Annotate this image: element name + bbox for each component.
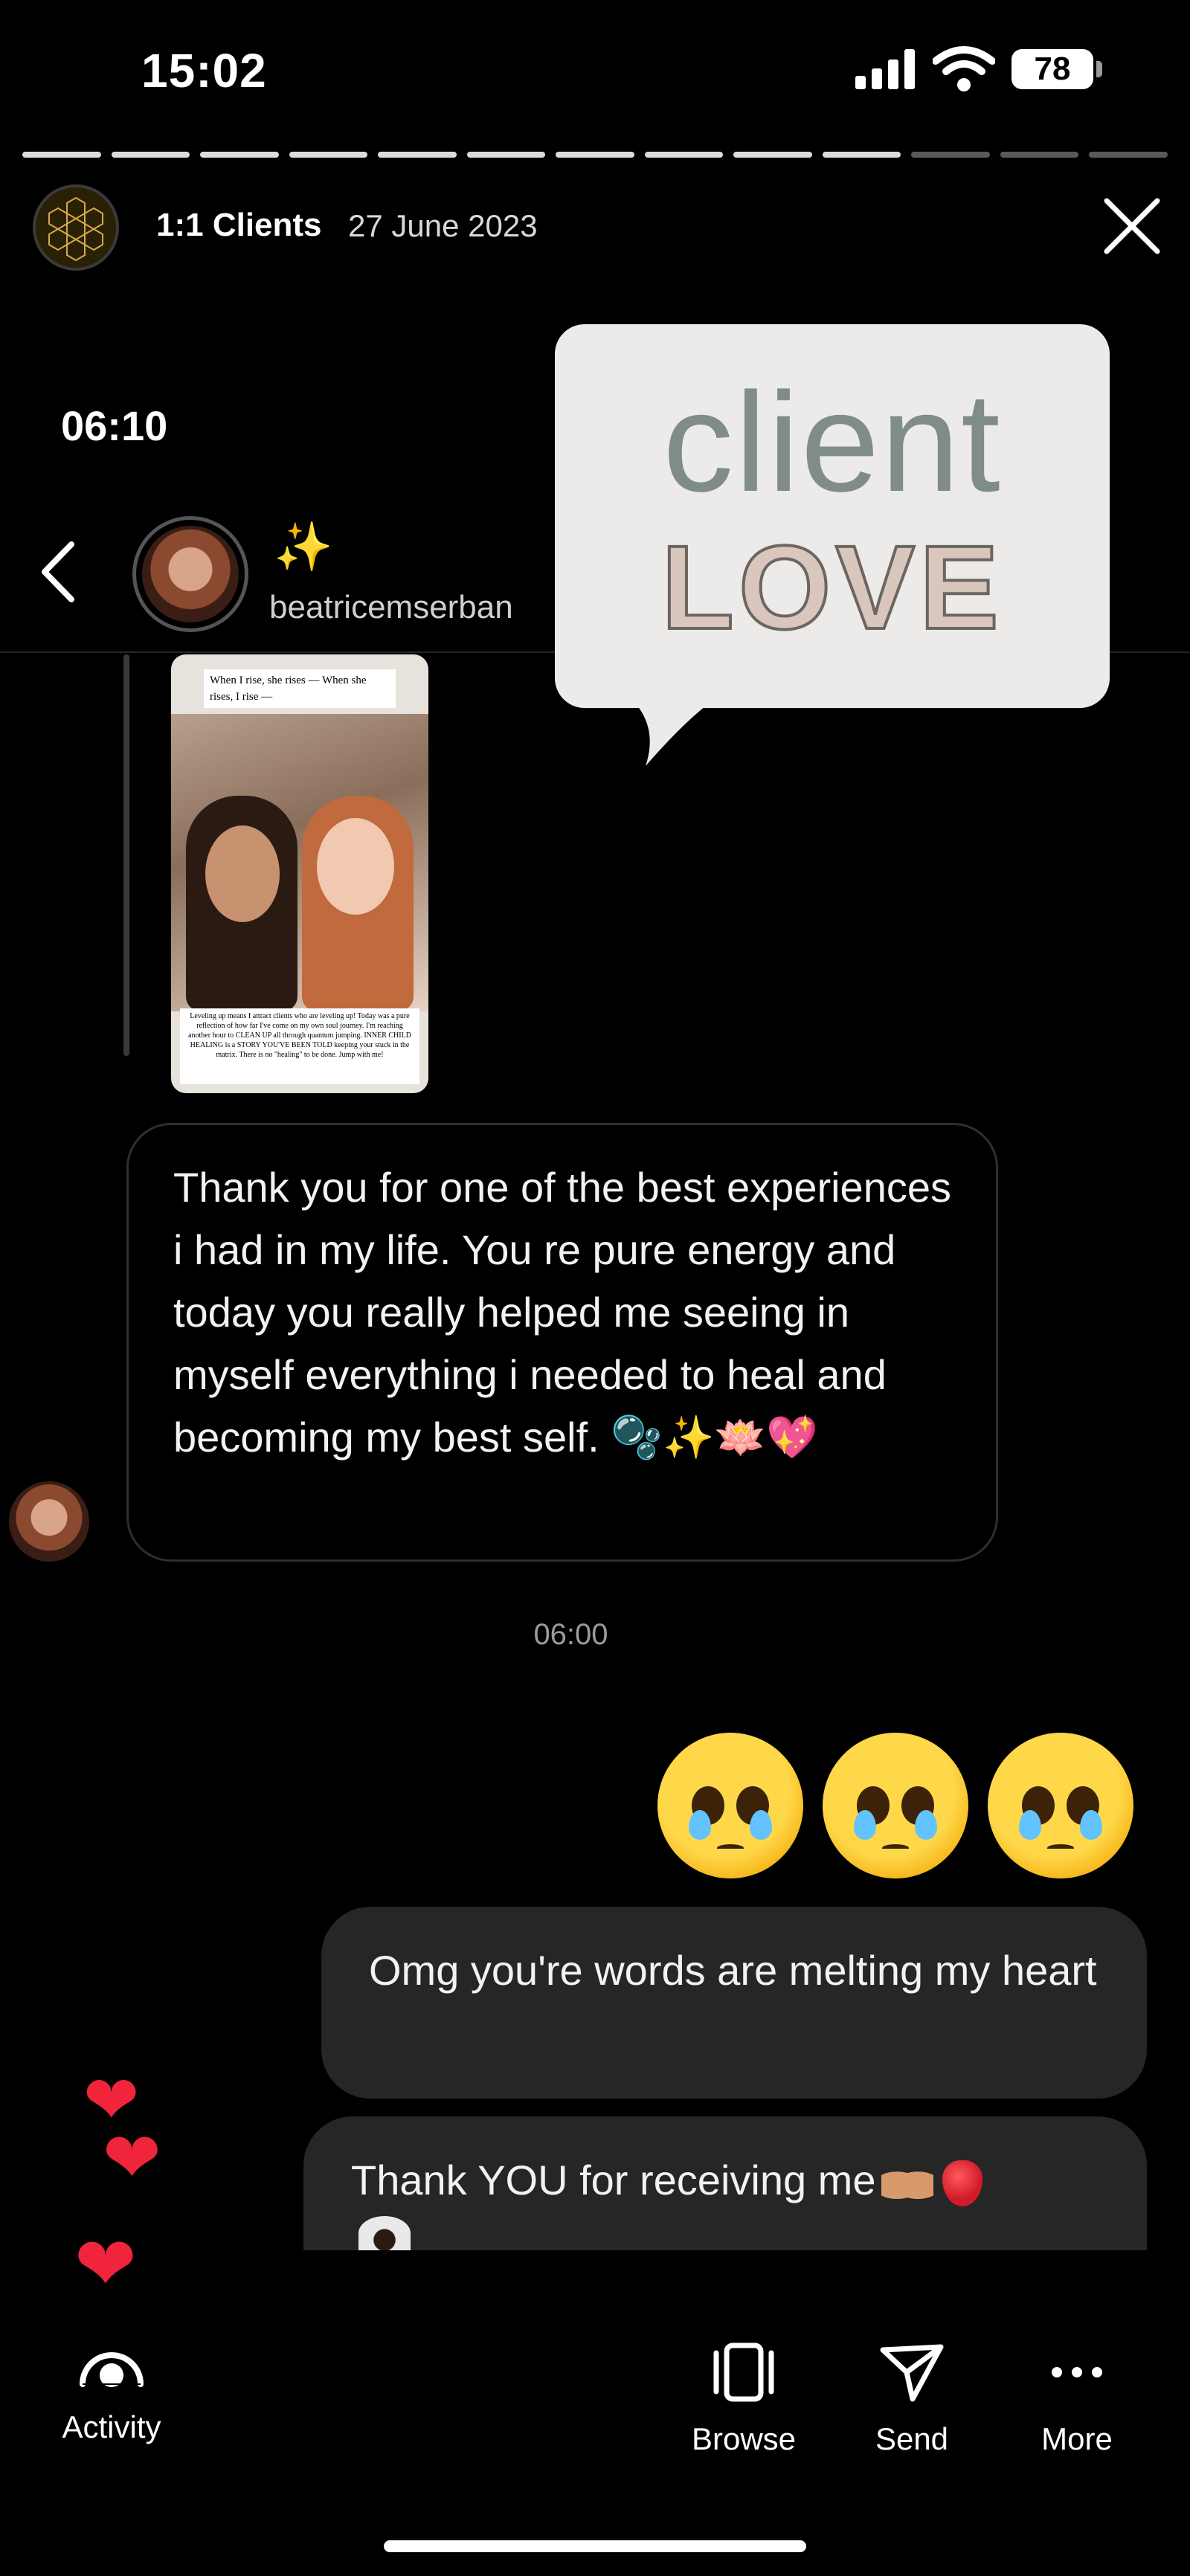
pleading-face-icon — [823, 1733, 968, 1878]
honeycomb-logo — [48, 196, 103, 262]
battery-nub — [1096, 61, 1102, 77]
outgoing-message: Omg you're words are melting my heart — [321, 1907, 1147, 2099]
story-progress-segment — [111, 152, 190, 158]
more-button[interactable]: More — [1003, 2342, 1151, 2457]
activity-label: Activity — [62, 2409, 161, 2444]
heart-icon: ❤ — [103, 2119, 161, 2197]
story-progress-segment — [556, 152, 634, 158]
outgoing-message-2: Thank YOU for receiving me — [303, 2116, 1147, 2250]
story-progress-bar — [22, 152, 1168, 158]
eye-emoji-icon — [358, 2216, 411, 2250]
story-progress-segment — [200, 152, 279, 158]
emoji-reaction-row — [657, 1733, 1133, 1878]
sticker-text-love: LOVE — [660, 521, 1003, 654]
activity-icon — [80, 2352, 144, 2387]
contact-name: beatricemserban — [269, 589, 513, 625]
home-indicator[interactable] — [384, 2540, 806, 2552]
send-icon — [880, 2344, 944, 2402]
activity-button[interactable]: Activity — [30, 2342, 193, 2445]
send-button[interactable]: Send — [837, 2342, 986, 2457]
signal-icon — [855, 49, 915, 89]
pleading-face-icon — [657, 1733, 803, 1878]
wifi-icon — [933, 46, 995, 91]
story-username[interactable]: 1:1 Clients — [156, 207, 322, 244]
sender-avatar — [9, 1481, 89, 1562]
heart-hands-icon — [881, 2164, 934, 2203]
inner-status-time: 06:10 — [61, 402, 168, 449]
close-icon[interactable] — [1101, 195, 1163, 257]
story-progress-segment — [1089, 152, 1168, 158]
story-progress-segment — [733, 152, 812, 158]
story-progress-segment — [1000, 152, 1079, 158]
sparkles-icon: ✨ — [274, 520, 333, 573]
incoming-message: Thank you for one of the best experience… — [126, 1123, 998, 1562]
story-progress-segment — [378, 152, 457, 158]
reply-indicator — [123, 654, 129, 1056]
story-progress-segment — [822, 152, 901, 158]
browse-icon — [713, 2342, 774, 2402]
story-progress-segment — [289, 152, 368, 158]
send-label: Send — [875, 2421, 949, 2456]
chevron-left-icon — [42, 541, 74, 602]
browse-button[interactable]: Browse — [669, 2342, 818, 2457]
pleading-face-icon — [988, 1733, 1133, 1878]
story-date: 27 June 2023 — [348, 208, 538, 243]
thumbnail-top-caption: When I rise, she rises — When she rises,… — [204, 669, 396, 708]
battery-indicator: 78 — [1012, 49, 1093, 89]
more-label: More — [1041, 2421, 1113, 2456]
browse-label: Browse — [691, 2421, 797, 2456]
story-progress-segment — [911, 152, 990, 158]
status-time: 15:02 — [141, 44, 267, 97]
more-icon — [1052, 2367, 1102, 2377]
heart-icon: ❤ — [74, 2223, 137, 2306]
story-avatar[interactable] — [33, 184, 119, 271]
story-progress-segment — [22, 152, 101, 158]
story-progress-segment — [466, 152, 546, 158]
thumbnail-bottom-caption: Leveling up means I attract clients who … — [180, 1008, 419, 1084]
sticker-text-client: client — [663, 364, 1002, 521]
story-progress-segment — [644, 152, 724, 158]
chat-timestamp: 06:00 — [533, 1618, 608, 1651]
speech-bubble-tail — [623, 692, 727, 766]
strawberry-icon — [942, 2160, 983, 2207]
outgoing-message-text: Thank YOU for receiving me — [351, 2157, 876, 2203]
story-reply-thumbnail: When I rise, she rises — When she rises,… — [171, 654, 428, 1093]
thumbnail-photo — [171, 714, 428, 1011]
contact-avatar — [132, 516, 248, 632]
